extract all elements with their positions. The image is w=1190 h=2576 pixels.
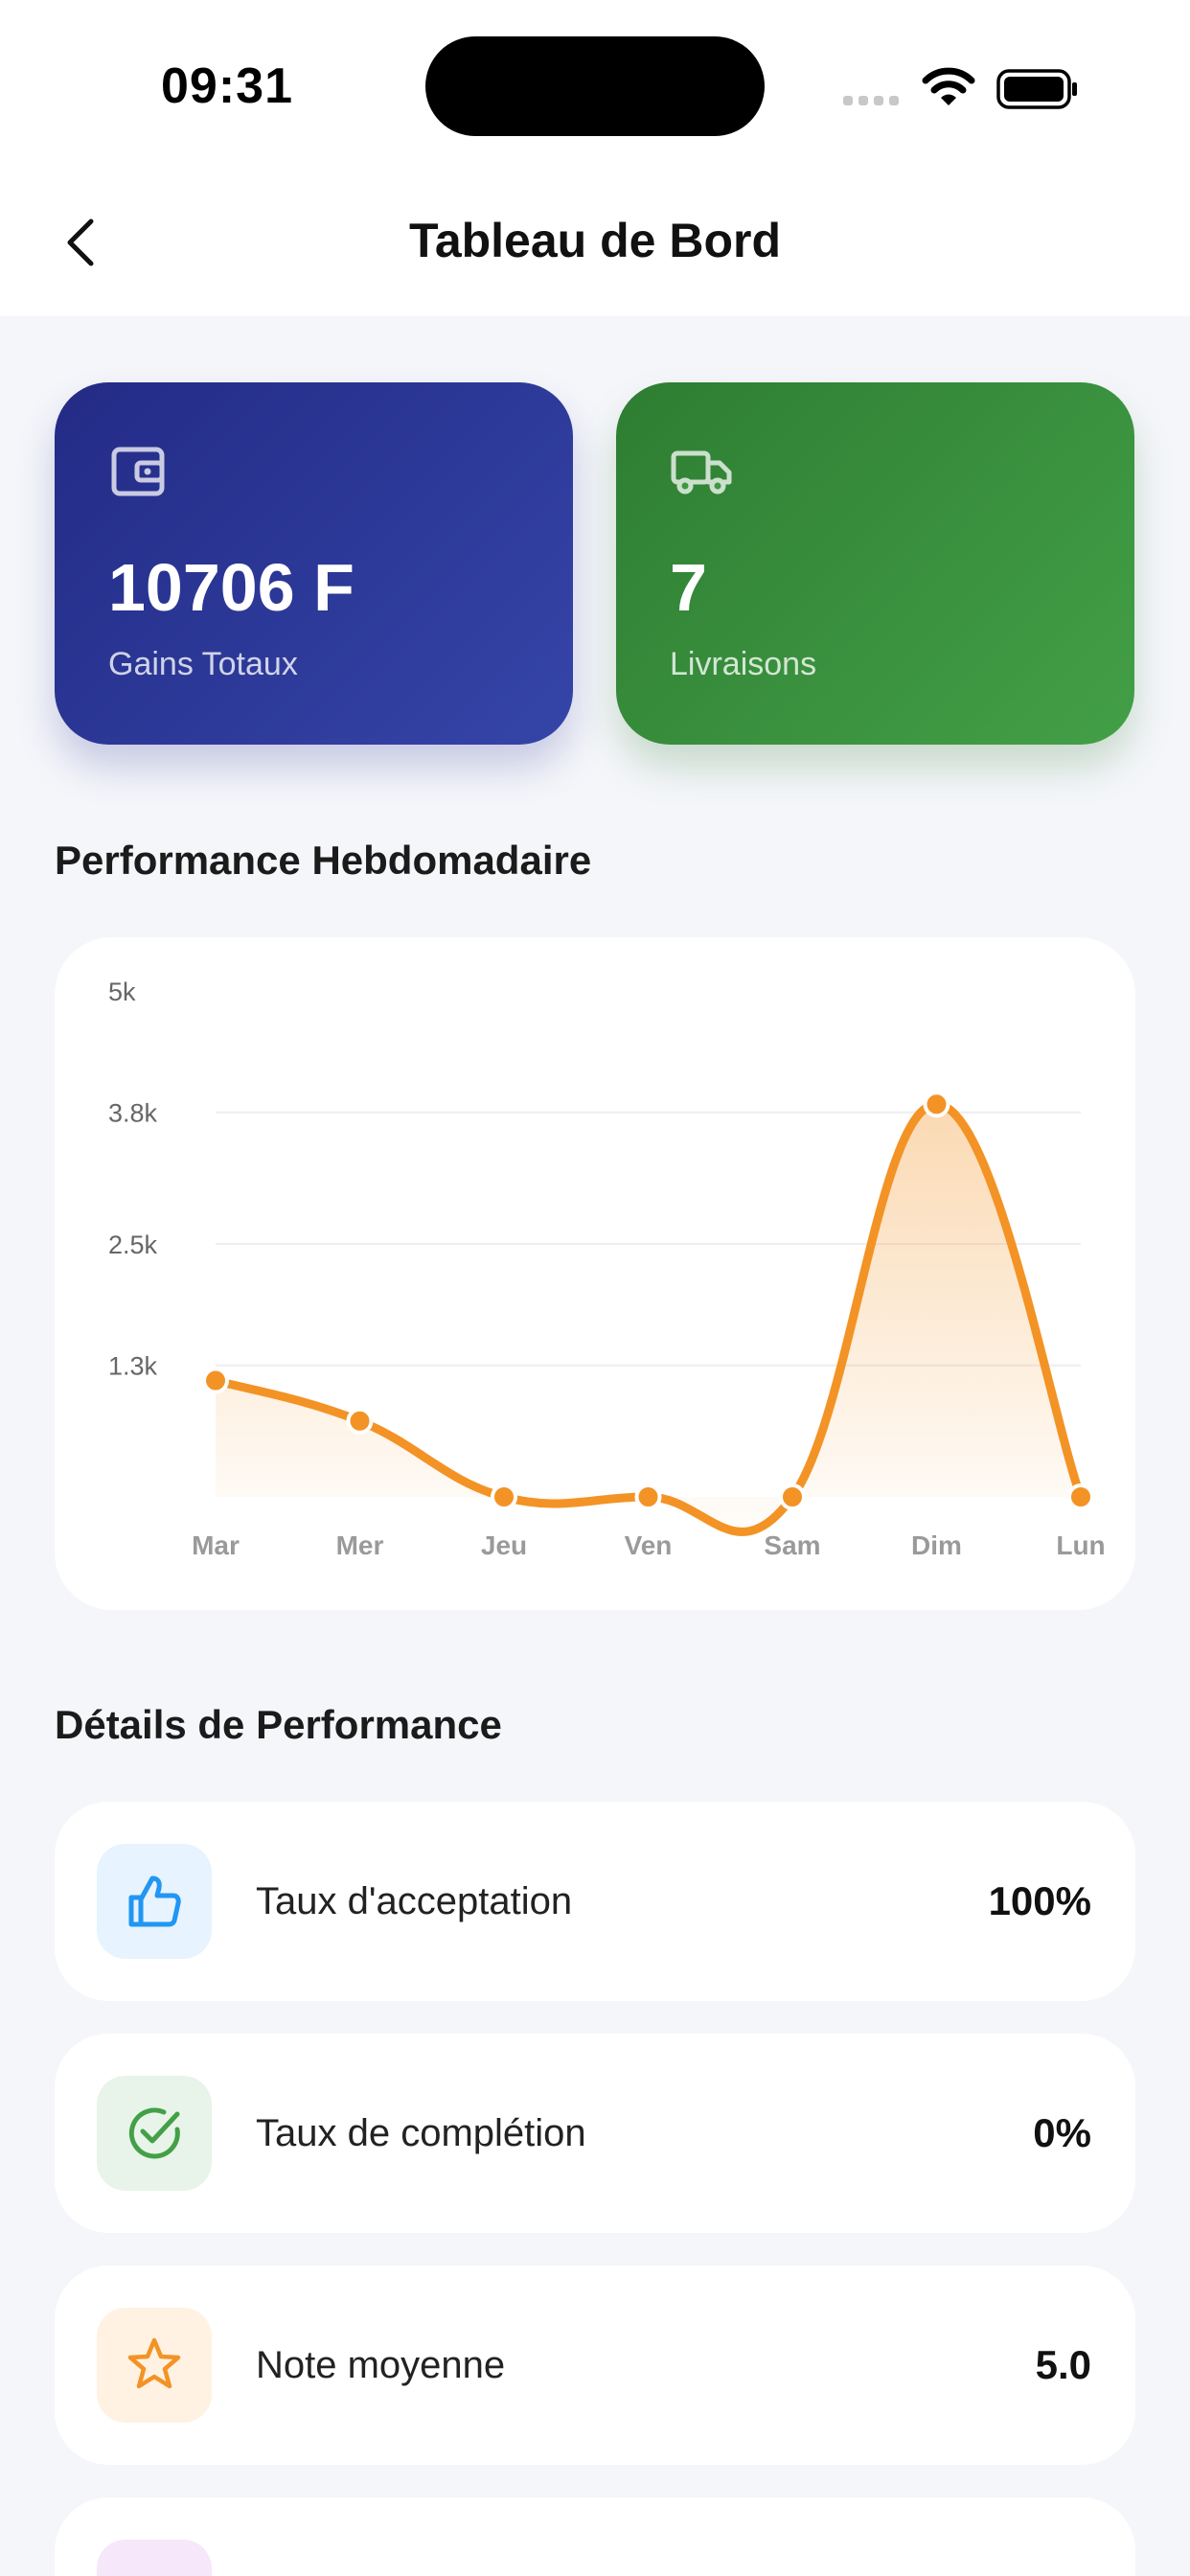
star-icon	[97, 2308, 212, 2423]
earnings-card[interactable]: 10706 F Gains Totaux	[55, 382, 573, 745]
deliveries-value: 7	[670, 550, 707, 625]
battery-icon	[996, 69, 1077, 109]
y-tick-label: 1.3k	[108, 1352, 158, 1381]
wifi-icon	[922, 67, 975, 105]
deliveries-label: Livraisons	[670, 646, 817, 682]
top-bar: 09:31 Tableau de Bord	[0, 0, 1190, 316]
deliveries-card[interactable]: 7 Livraisons	[616, 382, 1134, 745]
data-point[interactable]	[923, 1091, 950, 1118]
metric-value: 0%	[1033, 2110, 1091, 2155]
thumbs-up-icon	[97, 1844, 212, 1959]
metric-acceptance[interactable]: Taux d'acceptation 100%	[55, 1802, 1135, 2001]
purple-icon	[97, 2540, 212, 2576]
data-point[interactable]	[491, 1484, 517, 1510]
metric-label: Taux de complétion	[256, 2111, 586, 2154]
metric-label: Taux d'acceptation	[256, 1879, 573, 1922]
status-time: 09:31	[161, 58, 293, 114]
check-circle-icon	[97, 2076, 212, 2191]
y-tick-label: 2.5k	[108, 1230, 158, 1259]
x-tick-label: Dim	[911, 1530, 962, 1560]
wallet-icon	[111, 447, 165, 496]
data-point[interactable]	[779, 1484, 806, 1510]
metric-label: Note moyenne	[256, 2343, 506, 2386]
metric-value: 100%	[988, 1878, 1091, 1923]
x-tick-label: Sam	[764, 1530, 820, 1560]
x-tick-label: Ven	[625, 1530, 673, 1560]
data-point[interactable]	[634, 1484, 662, 1510]
details-section-title: Détails de Performance	[55, 1702, 502, 1747]
data-point[interactable]	[202, 1367, 229, 1394]
weekly-chart-svg: 5k 3.8k 2.5k 1.3k Mar Mer Jeu Ven Sam Dim Lun	[108, 978, 1106, 1560]
x-tick-label: Mar	[192, 1530, 240, 1560]
y-tick-label: 5k	[108, 978, 136, 1006]
metric-value: 5.0	[1035, 2342, 1091, 2387]
data-point[interactable]	[1067, 1484, 1094, 1510]
y-tick-label: 3.8k	[108, 1099, 158, 1128]
weekly-section-title: Performance Hebdomadaire	[55, 838, 592, 883]
earnings-value: 10706 F	[108, 550, 355, 625]
metric-rating[interactable]: Note moyenne 5.0	[55, 2266, 1135, 2465]
earnings-label: Gains Totaux	[108, 646, 298, 682]
data-point[interactable]	[346, 1407, 374, 1435]
metric-completion[interactable]: Taux de complétion 0%	[55, 2034, 1135, 2233]
x-tick-label: Mer	[336, 1530, 384, 1560]
weekly-chart: 5k 3.8k 2.5k 1.3k Mar Mer Jeu Ven Sam Dim Lun	[55, 937, 1135, 1610]
x-tick-label: Lun	[1056, 1530, 1105, 1560]
signal-icon	[843, 96, 899, 105]
dynamic-island	[425, 36, 765, 136]
metric-extra[interactable]	[55, 2497, 1135, 2576]
chart-area	[216, 1104, 1081, 1532]
truck-icon	[671, 450, 732, 494]
x-tick-label: Jeu	[481, 1530, 527, 1560]
page-title: Tableau de Bord	[408, 214, 781, 267]
